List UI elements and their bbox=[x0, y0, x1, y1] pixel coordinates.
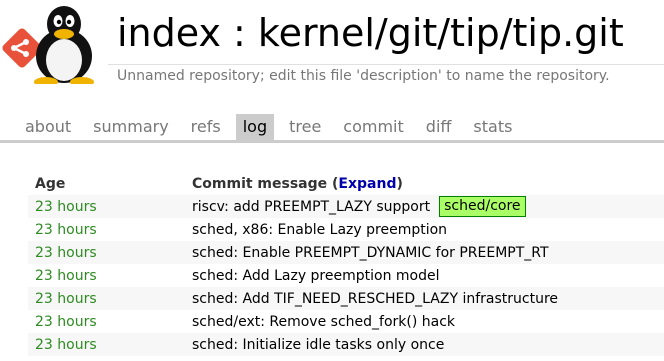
table-row[interactable]: 23 hours sched: Enable PREEMPT_DYNAMIC f… bbox=[28, 241, 664, 264]
commit-age[interactable]: 23 hours bbox=[35, 314, 97, 330]
table-row[interactable]: 23 hours sched: Add TIF_NEED_RESCHED_LAZ… bbox=[28, 287, 664, 310]
commit-age[interactable]: 23 hours bbox=[35, 268, 97, 284]
expand-link[interactable]: Expand bbox=[338, 176, 396, 192]
tab-refs[interactable]: refs bbox=[184, 114, 228, 140]
table-row[interactable]: 23 hours sched: Add Lazy preemption mode… bbox=[28, 264, 664, 287]
commit-age[interactable]: 23 hours bbox=[35, 337, 97, 353]
table-row[interactable]: 23 hours sched: Initialize idle tasks on… bbox=[28, 333, 664, 356]
table-row[interactable]: 23 hours sched/ext: Remove sched_fork() … bbox=[28, 310, 664, 333]
commit-log-table: Age Commit message (Expand) 23 hours ris… bbox=[28, 172, 664, 356]
commit-message-link[interactable]: sched: Add Lazy preemption model bbox=[192, 268, 440, 284]
commit-message-link[interactable]: sched/ext: Remove sched_fork() hack bbox=[192, 314, 455, 330]
tab-about[interactable]: about bbox=[18, 114, 78, 140]
column-header-message: Commit message (Expand) bbox=[192, 176, 403, 192]
tab-bar: about summary refs log tree commit diff … bbox=[18, 114, 664, 140]
commit-age[interactable]: 23 hours bbox=[35, 245, 97, 261]
repo-title[interactable]: index : kernel/git/tip/tip.git bbox=[117, 10, 624, 56]
commit-message-link[interactable]: sched: Add TIF_NEED_RESCHED_LAZY infrast… bbox=[192, 291, 558, 307]
repo-description: Unnamed repository; edit this file 'desc… bbox=[117, 68, 610, 84]
tabs-divider bbox=[0, 140, 664, 143]
tab-stats[interactable]: stats bbox=[466, 114, 519, 140]
branch-badge[interactable]: sched/core bbox=[439, 196, 526, 217]
commit-message-link[interactable]: sched, x86: Enable Lazy preemption bbox=[192, 222, 447, 238]
commit-message-link[interactable]: sched: Enable PREEMPT_DYNAMIC for PREEMP… bbox=[192, 245, 549, 261]
commit-age[interactable]: 23 hours bbox=[35, 222, 97, 238]
table-row[interactable]: 23 hours sched, x86: Enable Lazy preempt… bbox=[28, 218, 664, 241]
tab-summary[interactable]: summary bbox=[86, 114, 176, 140]
cgit-page: index : kernel/git/tip/tip.git Unnamed r… bbox=[0, 0, 664, 361]
header-divider bbox=[108, 64, 664, 65]
git-tux-logo-icon[interactable] bbox=[0, 4, 108, 84]
tab-log[interactable]: log bbox=[235, 114, 275, 140]
commit-age[interactable]: 23 hours bbox=[35, 199, 97, 215]
table-row[interactable]: 23 hours riscv: add PREEMPT_LAZY support… bbox=[28, 195, 664, 218]
commit-message-link[interactable]: sched: Initialize idle tasks only once bbox=[192, 337, 444, 353]
column-header-message-label: Commit message ( bbox=[192, 175, 339, 192]
tab-commit[interactable]: commit bbox=[336, 114, 410, 140]
table-header: Age Commit message (Expand) bbox=[28, 172, 664, 195]
tab-diff[interactable]: diff bbox=[419, 114, 459, 140]
column-header-message-close: ) bbox=[396, 175, 403, 192]
column-header-age: Age bbox=[35, 175, 66, 192]
tab-tree[interactable]: tree bbox=[282, 114, 328, 140]
commit-age[interactable]: 23 hours bbox=[35, 291, 97, 307]
commit-message-link[interactable]: riscv: add PREEMPT_LAZY support bbox=[192, 199, 430, 215]
